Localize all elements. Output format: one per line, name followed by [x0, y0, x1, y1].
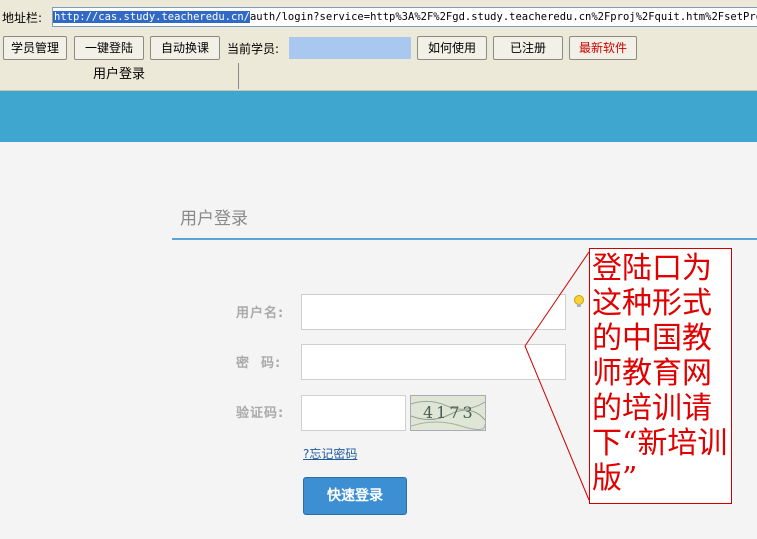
- callout-text: 登陆口为这种形式的中国教师教育网的培训请下“新培训版”: [592, 251, 728, 496]
- annotation-callout: 登陆口为这种形式的中国教师教育网的培训请下“新培训版”: [589, 248, 732, 504]
